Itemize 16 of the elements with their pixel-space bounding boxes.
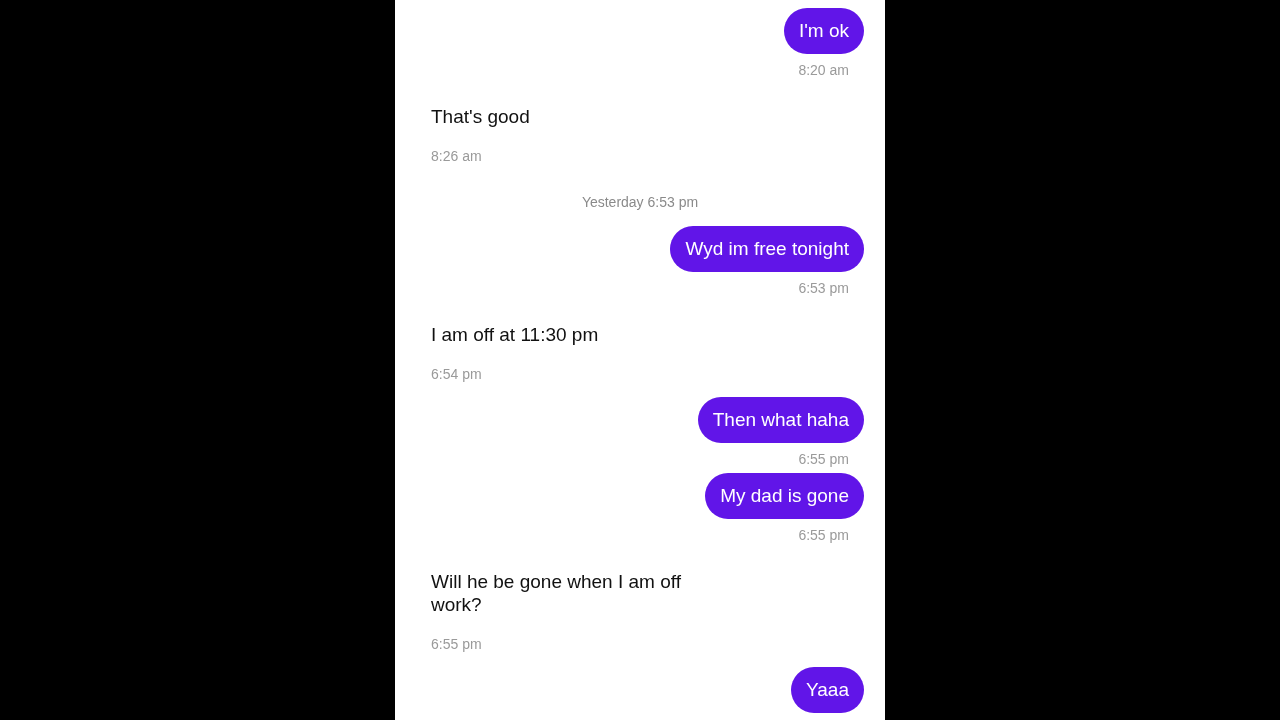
sent-message-bubble: Then what haha bbox=[697, 397, 864, 443]
received-message: I am off at 11:30 pm bbox=[431, 323, 599, 346]
message-time: 8:20 am bbox=[798, 61, 849, 79]
sent-message-bubble: My dad is gone bbox=[705, 473, 864, 519]
message-time: 6:55 pm bbox=[798, 450, 849, 468]
sent-message-bubble: I'm ok bbox=[783, 8, 864, 54]
received-message: Will he be gone when I am off work? bbox=[431, 570, 682, 616]
message-time: 6:54 pm bbox=[431, 365, 482, 383]
message-time: 6:55 pm bbox=[431, 635, 482, 653]
message-time: 8:26 am bbox=[431, 147, 482, 165]
message-time: 6:55 pm bbox=[798, 526, 849, 544]
sent-message-bubble: Yaaa bbox=[791, 667, 864, 713]
date-separator: Yesterday 6:53 pm bbox=[581, 193, 699, 211]
sent-message-bubble: Wyd im free tonight bbox=[670, 226, 864, 272]
message-time: 6:53 pm bbox=[798, 279, 849, 297]
received-message: That's good bbox=[431, 105, 530, 128]
